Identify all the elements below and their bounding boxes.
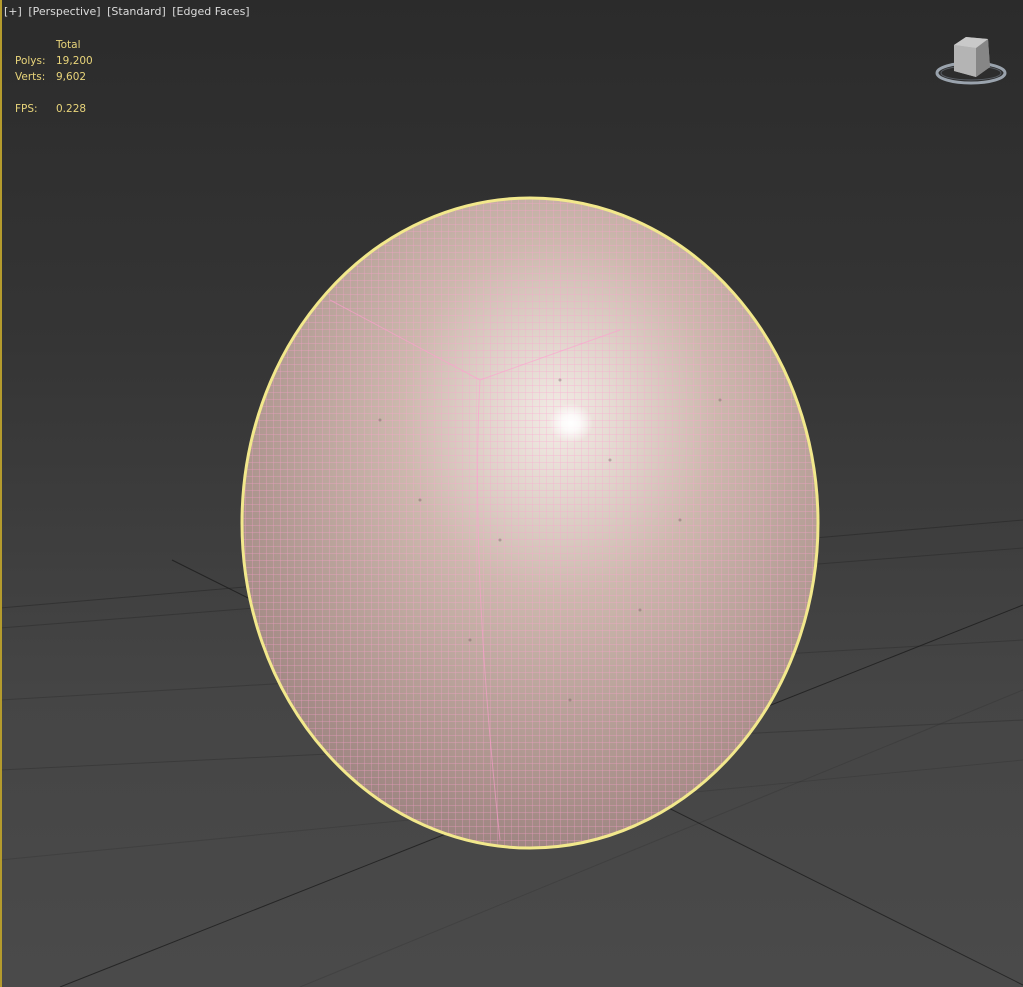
polys-label: Polys: xyxy=(15,55,46,67)
polys-value: 19,200 xyxy=(56,55,93,67)
verts-value: 9,602 xyxy=(56,71,87,83)
fps-label: FPS: xyxy=(15,103,38,115)
shading-mode-label[interactable]: [Standard] xyxy=(107,5,166,18)
perspective-viewport[interactable]: [+] [Perspective] [Standard] [Edged Face… xyxy=(0,0,1023,987)
stats-header: Total xyxy=(56,39,81,51)
specular-highlight xyxy=(549,403,593,443)
display-mode-label[interactable]: [Edged Faces] xyxy=(172,5,249,18)
viewcube-icon[interactable] xyxy=(932,33,1010,89)
fps-value: 0.228 xyxy=(56,103,87,115)
view-type-label[interactable]: [Perspective] xyxy=(28,5,100,18)
sphere-object[interactable] xyxy=(230,190,830,860)
viewport-label-bar: [+] [Perspective] [Standard] [Edged Face… xyxy=(4,5,253,21)
viewport-statistics: Total Polys: 19,200 Verts: 9,602 FPS: 0.… xyxy=(15,37,93,117)
verts-label: Verts: xyxy=(15,71,46,83)
viewport-menu-button[interactable]: [+] xyxy=(4,5,22,18)
viewport-scene[interactable] xyxy=(0,0,1023,987)
active-viewport-border xyxy=(0,0,2,987)
